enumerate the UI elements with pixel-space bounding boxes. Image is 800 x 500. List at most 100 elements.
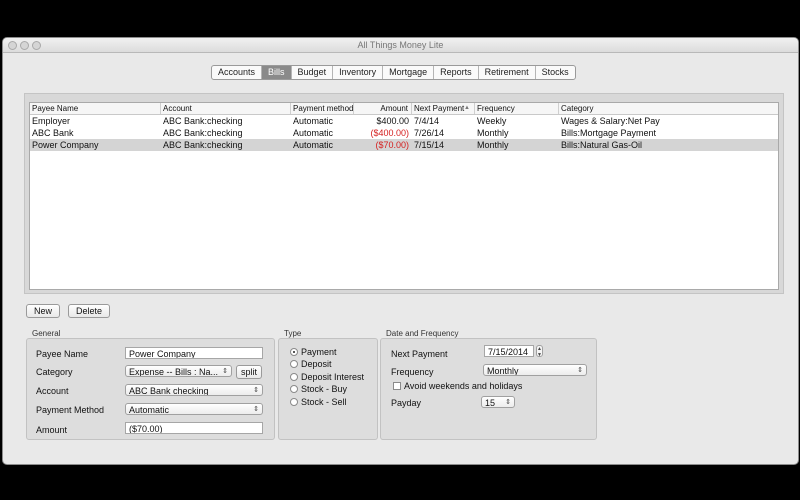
avoid-weekends-label: Avoid weekends and holidays [404,381,523,391]
popup-arrows-icon: ⇕ [253,406,259,413]
sort-ascending-icon: ▲ [464,105,470,111]
cell-category: Bills:Natural Gas-Oil [561,140,643,150]
radio-icon [290,373,298,381]
amount-label: Amount [36,425,68,435]
title-bar[interactable]: All Things Money Lite [3,38,798,53]
app-window: All Things Money Lite Accounts Bills Bud… [2,37,799,465]
frequency-label: Frequency [391,367,434,377]
checkbox-icon [393,382,401,390]
payee-name-label: Payee Name [36,349,89,359]
column-header-next-payment[interactable]: Next Payment ▲ [412,103,475,114]
cell-payee: Power Company [32,140,99,150]
popup-arrows-icon: ⇕ [222,368,228,375]
column-header-payee[interactable]: Payee Name [30,103,161,114]
cell-account: ABC Bank:checking [163,116,243,126]
general-group-title: General [32,329,61,338]
type-radio-deposit-interest[interactable]: Deposit Interest [290,372,364,382]
category-popup[interactable]: Expense -- Bills : Na... ⇕ [125,365,232,377]
payday-popup[interactable]: 15 ⇕ [481,396,515,408]
tab-budget[interactable]: Budget [292,66,334,79]
next-payment-label: Next Payment [391,349,448,359]
cell-next-payment: 7/26/14 [414,128,445,138]
cell-frequency: Monthly [477,128,509,138]
table-row[interactable]: Power Company ABC Bank:checking Automatic (… [30,139,778,151]
column-header-next-payment-label: Next Payment [414,104,465,113]
type-radio-stock-sell-label: Stock - Sell [301,397,347,407]
tab-mortgage[interactable]: Mortgage [383,66,435,79]
tab-retirement[interactable]: Retirement [479,66,536,79]
cell-next-payment: 7/4/14 [414,116,440,126]
column-header-category[interactable]: Category [559,103,778,114]
payment-method-label: Payment Method [36,405,105,415]
avoid-weekends-checkbox[interactable]: Avoid weekends and holidays [393,381,522,391]
cell-payee: ABC Bank [32,128,74,138]
bills-table[interactable]: Payee Name Account Payment method Amount… [29,102,779,290]
radio-icon [290,398,298,406]
payee-name-field[interactable]: Power Company [125,347,263,359]
cell-account: ABC Bank:checking [163,128,243,138]
type-radio-payment-label: Payment [301,347,337,357]
cell-frequency: Monthly [477,140,509,150]
column-header-amount[interactable]: Amount [354,103,412,114]
main-tab-bar: Accounts Bills Budget Inventory Mortgage… [211,65,576,80]
tab-bills[interactable]: Bills [262,66,292,79]
popup-arrows-icon: ⇕ [505,399,511,406]
popup-arrows-icon: ⇕ [577,367,583,374]
account-popup[interactable]: ABC Bank checking ⇕ [125,384,263,396]
radio-icon [290,360,298,368]
cell-payment-method: Automatic [293,128,334,138]
table-row[interactable]: ABC Bank ABC Bank:checking Automatic ($400.… [30,127,778,139]
stepper-down-icon: ▼ [537,352,542,358]
amount-field[interactable]: ($70.00) [125,422,263,434]
payment-method-popup-value: Automatic [129,405,170,415]
popup-arrows-icon: ⇕ [253,387,259,394]
tab-reports[interactable]: Reports [434,66,479,79]
column-header-frequency[interactable]: Frequency [475,103,559,114]
frequency-popup[interactable]: Monthly ⇕ [483,364,587,376]
cell-payee: Employer [32,116,71,126]
type-group: Payment Deposit Deposit Interest Stock -… [278,338,378,440]
tab-inventory[interactable]: Inventory [333,66,384,79]
type-radio-stock-sell[interactable]: Stock - Sell [290,397,347,407]
type-group-title: Type [284,329,302,338]
cell-payment-method: Automatic [293,140,334,150]
type-radio-payment[interactable]: Payment [290,347,337,357]
type-radio-stock-buy[interactable]: Stock - Buy [290,384,347,394]
date-stepper[interactable]: ▲ ▼ [536,345,543,358]
cell-account: ABC Bank:checking [163,140,243,150]
date-frequency-group-title: Date and Frequency [386,329,459,338]
type-radio-deposit[interactable]: Deposit [290,359,332,369]
split-button[interactable]: split [236,365,263,379]
table-header: Payee Name Account Payment method Amount… [30,103,778,115]
payday-popup-value: 15 [485,398,496,408]
account-popup-value: ABC Bank checking [129,386,209,396]
cell-amount: $400.00 [376,116,409,126]
cell-amount: ($70.00) [375,140,409,150]
bills-list-panel: Payee Name Account Payment method Amount… [24,93,784,294]
category-label: Category [36,367,73,377]
cell-payment-method: Automatic [293,116,334,126]
column-header-payment-method[interactable]: Payment method [291,103,354,114]
account-label: Account [36,386,69,396]
cell-amount: ($400.00) [370,128,409,138]
column-header-account[interactable]: Account [161,103,291,114]
cell-next-payment: 7/15/14 [414,140,445,150]
delete-bill-button[interactable]: Delete [68,304,111,318]
category-popup-value: Expense -- Bills : Na... [129,367,219,377]
cell-category: Bills:Mortgage Payment [561,128,657,138]
payment-method-popup[interactable]: Automatic ⇕ [125,403,263,415]
payday-label: Payday [391,398,422,408]
window-title: All Things Money Lite [357,40,444,50]
radio-selected-icon [290,348,298,356]
type-radio-deposit-label: Deposit [301,359,332,369]
cell-category: Wages & Salary:Net Pay [561,116,660,126]
type-radio-deposit-interest-label: Deposit Interest [301,372,365,382]
tab-accounts[interactable]: Accounts [212,66,263,79]
frequency-popup-value: Monthly [487,366,519,376]
tab-stocks[interactable]: Stocks [536,66,575,79]
cell-frequency: Weekly [477,116,507,126]
radio-icon [290,385,298,393]
table-row[interactable]: Employer ABC Bank:checking Automatic $400.0… [30,115,778,127]
new-bill-button[interactable]: New [26,304,61,318]
next-payment-date-field[interactable]: 7/15/2014 [484,345,534,357]
